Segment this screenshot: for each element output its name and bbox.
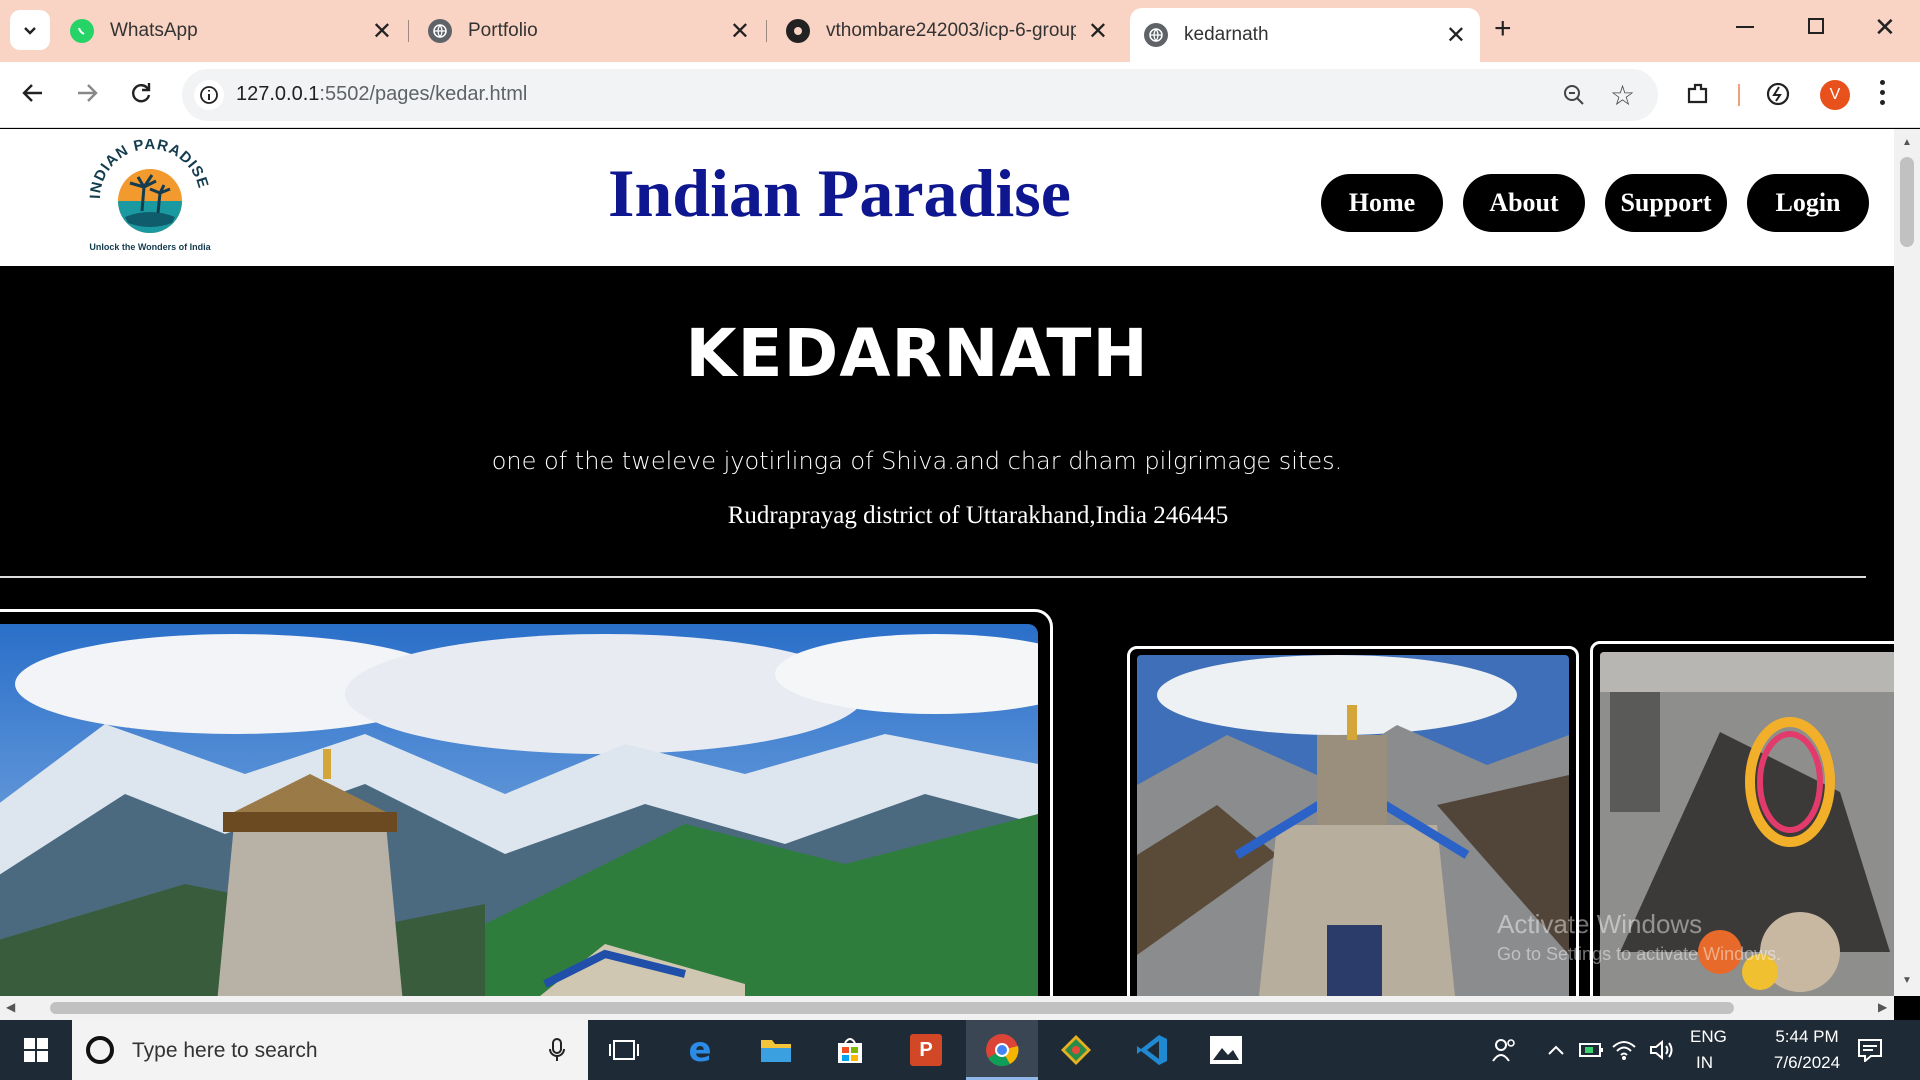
- arrow-left-icon: [22, 84, 42, 102]
- page-title: KEDARNATH: [685, 315, 1149, 392]
- activate-windows-watermark: Activate Windows Go to Settings to activ…: [1497, 909, 1782, 964]
- windows-icon: [24, 1038, 48, 1062]
- nav-home-button[interactable]: Home: [1321, 174, 1443, 232]
- logo-tagline: Unlock the Wonders of India: [89, 242, 211, 252]
- tab-github[interactable]: vthombare242003/icp-6-group ✕: [786, 10, 1122, 52]
- taskbar-search-box[interactable]: Type here to search: [72, 1020, 588, 1080]
- page-viewport: INDIAN PARADISE Unlock the Wonders of In…: [0, 129, 1894, 996]
- new-tab-button[interactable]: +: [1494, 12, 1512, 46]
- close-tab-icon[interactable]: ✕: [1446, 21, 1466, 50]
- chevron-down-icon: [24, 27, 36, 35]
- tab-title: vthombare242003/icp-6-group: [826, 20, 1076, 41]
- back-button[interactable]: [20, 80, 46, 111]
- nav-about-button[interactable]: About: [1463, 174, 1585, 232]
- powerpoint-icon[interactable]: P: [906, 1030, 946, 1070]
- close-tab-icon[interactable]: ✕: [372, 17, 392, 46]
- scroll-thumb[interactable]: [50, 1002, 1734, 1014]
- people-icon[interactable]: [1484, 1030, 1524, 1070]
- location-text: Rudraprayag district of Uttarakhand,Indi…: [727, 502, 1229, 529]
- start-button[interactable]: [16, 1030, 56, 1070]
- tab-title: Portfolio: [468, 20, 538, 41]
- divider: [0, 576, 1866, 578]
- github-icon: [786, 19, 810, 43]
- edge-icon[interactable]: e: [680, 1030, 720, 1070]
- restore-button[interactable]: [1808, 18, 1824, 34]
- forward-button[interactable]: [74, 80, 100, 111]
- tab-kedarnath[interactable]: kedarnath ✕: [1130, 8, 1480, 62]
- zoom-icon[interactable]: [1562, 83, 1586, 112]
- globe-icon: [428, 19, 452, 43]
- chrome-taskbar-item[interactable]: [966, 1020, 1038, 1080]
- arrow-right-icon: [78, 84, 98, 102]
- clock[interactable]: 5:44 PM 7/6/2024: [1752, 1027, 1862, 1073]
- avatar[interactable]: V: [1820, 80, 1850, 110]
- wifi-icon[interactable]: [1604, 1030, 1644, 1070]
- site-header: INDIAN PARADISE Unlock the Wonders of In…: [0, 129, 1894, 266]
- chrome-icon: [986, 1034, 1019, 1067]
- extensions-icon[interactable]: [1684, 80, 1712, 113]
- gallery-frame-main: [0, 609, 1053, 996]
- vertical-scrollbar[interactable]: ▲ ▼: [1894, 129, 1920, 996]
- photos-icon[interactable]: [1206, 1030, 1246, 1070]
- nav-support-button[interactable]: Support: [1605, 174, 1727, 232]
- notification-icon[interactable]: [1850, 1030, 1890, 1070]
- cortana-icon: [86, 1036, 114, 1064]
- address-bar[interactable]: 127.0.0.1:5502/pages/kedar.html ☆: [182, 69, 1658, 121]
- microphone-icon[interactable]: [548, 1038, 566, 1067]
- tab-title: kedarnath: [1184, 24, 1269, 45]
- search-placeholder: Type here to search: [132, 1039, 318, 1062]
- page-subtitle: one of the tweleve jyotirlinga of Shiva.…: [491, 447, 1343, 475]
- tab-portfolio[interactable]: Portfolio ✕: [428, 10, 764, 52]
- horizontal-scrollbar[interactable]: ◀ ▶: [0, 996, 1894, 1020]
- menu-kebab-icon[interactable]: [1880, 80, 1886, 105]
- browser-tab-strip: WhatsApp ✕ Portfolio ✕ vthombare242003/i…: [0, 0, 1920, 62]
- bookmark-star-icon[interactable]: ☆: [1610, 79, 1635, 112]
- scroll-thumb[interactable]: [1900, 157, 1914, 247]
- reload-icon: [132, 83, 151, 103]
- globe-icon: [1144, 23, 1168, 47]
- windows-taskbar: Type here to search e P ENG IN 5:44 PM 7…: [0, 1020, 1920, 1080]
- vscode-icon[interactable]: [1132, 1030, 1172, 1070]
- git-app-icon[interactable]: [1056, 1030, 1096, 1070]
- nav-login-button[interactable]: Login: [1747, 174, 1869, 232]
- reload-button[interactable]: [128, 80, 154, 111]
- site-title: Indian Paradise: [608, 155, 1071, 231]
- language-indicator[interactable]: ENG IN: [1690, 1027, 1727, 1073]
- browser-toolbar: 127.0.0.1:5502/pages/kedar.html ☆ V: [0, 62, 1920, 128]
- volume-icon[interactable]: [1642, 1030, 1682, 1070]
- close-tab-icon[interactable]: ✕: [1088, 17, 1108, 46]
- url-text[interactable]: 127.0.0.1:5502/pages/kedar.html: [236, 83, 527, 106]
- whatsapp-icon: [70, 19, 94, 43]
- site-logo[interactable]: INDIAN PARADISE Unlock the Wonders of In…: [80, 136, 220, 259]
- task-view-icon[interactable]: [604, 1030, 644, 1070]
- file-explorer-icon[interactable]: [756, 1030, 796, 1070]
- site-info-icon[interactable]: [194, 80, 224, 110]
- close-window-button[interactable]: ✕: [1874, 12, 1896, 43]
- minimize-button[interactable]: [1736, 26, 1754, 28]
- tab-search-button[interactable]: [10, 10, 50, 50]
- close-tab-icon[interactable]: ✕: [730, 17, 750, 46]
- microsoft-store-icon[interactable]: [830, 1030, 870, 1070]
- tab-title: WhatsApp: [110, 20, 198, 41]
- kedarnath-mountain-photo[interactable]: [0, 624, 1038, 996]
- performance-icon[interactable]: [1764, 80, 1792, 113]
- tab-whatsapp[interactable]: WhatsApp ✕: [70, 10, 406, 52]
- chevron-up-icon[interactable]: [1536, 1030, 1576, 1070]
